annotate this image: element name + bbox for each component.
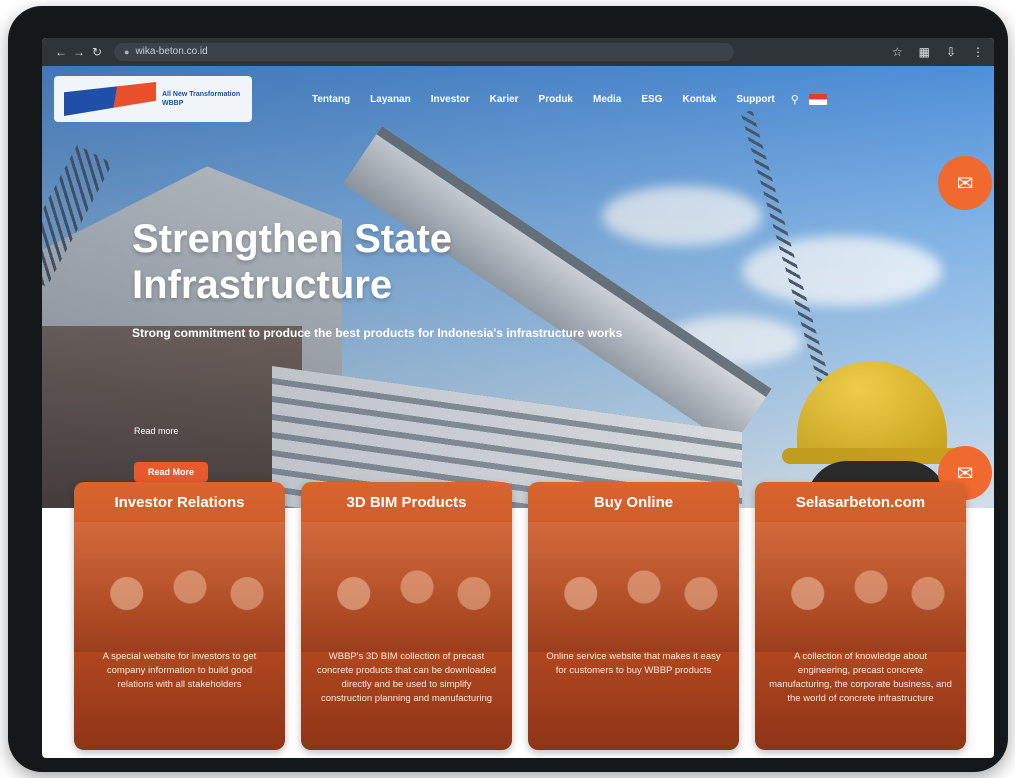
card-title: 3D BIM Products bbox=[346, 494, 467, 511]
nav-item-support[interactable]: Support bbox=[736, 94, 774, 105]
nav-item-kontak[interactable]: Kontak bbox=[682, 94, 716, 105]
card-3d-bim-products[interactable]: 3D BIM Products WBBP's 3D BIM collection… bbox=[301, 482, 512, 750]
hero-title: Strengthen State Infrastructure bbox=[132, 217, 453, 307]
hero-read-more-button[interactable]: Read More bbox=[134, 462, 208, 482]
nav-item-karier[interactable]: Karier bbox=[490, 94, 519, 105]
card-buy-online[interactable]: Buy Online Online service website that m… bbox=[528, 482, 739, 750]
screen: ← → ↻ ● wika-beton.co.id ☆ ▦ ⇩ ⋮ Strengt… bbox=[42, 38, 994, 758]
browser-toolbar: ← → ↻ ● wika-beton.co.id ☆ ▦ ⇩ ⋮ bbox=[42, 38, 994, 66]
browser-tools: ☆ ▦ ⇩ ⋮ bbox=[892, 45, 984, 59]
card-text: A special website for investors to get c… bbox=[102, 651, 257, 690]
logo-mark-icon bbox=[64, 82, 156, 116]
menu-icon[interactable]: ⋮ bbox=[972, 45, 984, 59]
card-photo bbox=[528, 522, 739, 652]
hero-subtitle: Strong commitment to produce the best pr… bbox=[132, 326, 623, 340]
nav-item-produk[interactable]: Produk bbox=[539, 94, 573, 105]
site-header: All New Transformation WBBP Tentang Laya… bbox=[42, 66, 994, 132]
nav-item-investor[interactable]: Investor bbox=[431, 94, 470, 105]
card-title: Investor Relations bbox=[114, 494, 245, 511]
url-text: wika-beton.co.id bbox=[135, 46, 208, 57]
card-text: A collection of knowledge about engineer… bbox=[769, 651, 952, 704]
card-title: Buy Online bbox=[593, 494, 674, 511]
search-icon[interactable]: ⚲ bbox=[791, 93, 799, 106]
card-photo bbox=[755, 522, 966, 652]
logo-tagline: All New Transformation WBBP bbox=[162, 91, 241, 107]
card-title: Selasarbeton.com bbox=[795, 494, 926, 511]
nav-item-tentang[interactable]: Tentang bbox=[312, 94, 350, 105]
tablet-frame: ← → ↻ ● wika-beton.co.id ☆ ▦ ⇩ ⋮ Strengt… bbox=[8, 6, 1008, 772]
hero-section: Strengthen State Infrastructure Strong c… bbox=[42, 66, 994, 508]
language-flag-icon[interactable] bbox=[808, 93, 827, 105]
card-text: Online service website that makes it eas… bbox=[546, 651, 721, 676]
card-investor-relations[interactable]: Investor Relations A special website for… bbox=[74, 482, 285, 750]
address-bar[interactable]: ● wika-beton.co.id bbox=[114, 43, 734, 61]
nav-item-esg[interactable]: ESG bbox=[641, 94, 662, 105]
download-icon[interactable]: ⇩ bbox=[946, 45, 956, 59]
lock-icon: ● bbox=[124, 47, 130, 57]
extension-icon[interactable]: ▦ bbox=[919, 45, 930, 59]
nav-icons: ⚲ bbox=[791, 93, 827, 106]
site-logo[interactable]: All New Transformation WBBP bbox=[54, 76, 252, 122]
card-selasarbeton[interactable]: Selasarbeton.com A collection of knowled… bbox=[755, 482, 966, 750]
arrow-right-icon[interactable]: → bbox=[70, 45, 88, 59]
hero-small-text: Read more bbox=[134, 426, 179, 436]
chat-icon[interactable]: ✉ bbox=[938, 156, 992, 210]
nav-item-layanan[interactable]: Layanan bbox=[370, 94, 411, 105]
card-photo bbox=[74, 522, 285, 652]
star-icon[interactable]: ☆ bbox=[892, 45, 903, 59]
main-nav: Tentang Layanan Investor Karier Produk M… bbox=[312, 94, 775, 105]
feature-cards: Investor Relations A special website for… bbox=[74, 482, 966, 750]
nav-item-media[interactable]: Media bbox=[593, 94, 621, 105]
arrow-left-icon[interactable]: ← bbox=[52, 45, 70, 59]
reload-icon[interactable]: ↻ bbox=[88, 45, 106, 59]
card-text: WBBP's 3D BIM collection of precast conc… bbox=[316, 651, 497, 704]
card-photo bbox=[301, 522, 512, 652]
